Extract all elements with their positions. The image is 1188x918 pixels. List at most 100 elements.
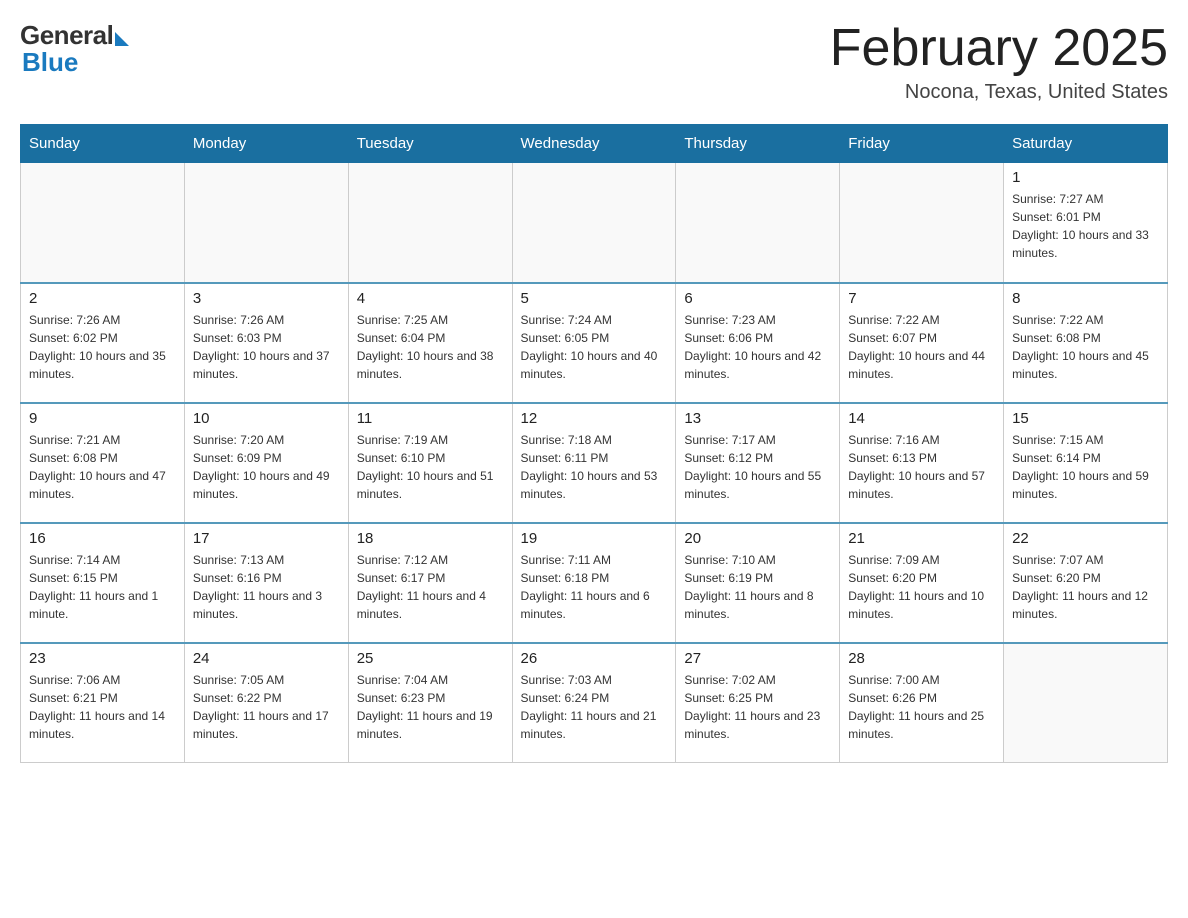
day-number: 25 (357, 650, 504, 667)
day-info: Sunrise: 7:10 AM Sunset: 6:19 PM Dayligh… (684, 551, 831, 623)
day-number: 2 (29, 290, 176, 307)
calendar-cell (1004, 643, 1168, 763)
calendar-header-row: SundayMondayTuesdayWednesdayThursdayFrid… (21, 125, 1168, 163)
location-subtitle: Nocona, Texas, United States (830, 81, 1168, 104)
calendar-cell: 9 Sunrise: 7:21 AM Sunset: 6:08 PM Daylig… (21, 403, 185, 523)
day-number: 3 (193, 290, 340, 307)
calendar-cell: 17 Sunrise: 7:13 AM Sunset: 6:16 PM Dayli… (184, 523, 348, 643)
calendar-cell (184, 163, 348, 283)
calendar-cell: 22 Sunrise: 7:07 AM Sunset: 6:20 PM Dayli… (1004, 523, 1168, 643)
day-info: Sunrise: 7:21 AM Sunset: 6:08 PM Dayligh… (29, 431, 176, 503)
day-number: 11 (357, 410, 504, 427)
day-info: Sunrise: 7:11 AM Sunset: 6:18 PM Dayligh… (521, 551, 668, 623)
day-info: Sunrise: 7:15 AM Sunset: 6:14 PM Dayligh… (1012, 431, 1159, 503)
day-info: Sunrise: 7:05 AM Sunset: 6:22 PM Dayligh… (193, 671, 340, 743)
calendar-cell (840, 163, 1004, 283)
day-info: Sunrise: 7:00 AM Sunset: 6:26 PM Dayligh… (848, 671, 995, 743)
day-info: Sunrise: 7:24 AM Sunset: 6:05 PM Dayligh… (521, 311, 668, 383)
calendar-cell: 25 Sunrise: 7:04 AM Sunset: 6:23 PM Dayli… (348, 643, 512, 763)
calendar-cell (676, 163, 840, 283)
calendar-week-row: 9 Sunrise: 7:21 AM Sunset: 6:08 PM Daylig… (21, 403, 1168, 523)
day-info: Sunrise: 7:26 AM Sunset: 6:03 PM Dayligh… (193, 311, 340, 383)
logo: General Blue (20, 20, 129, 78)
calendar-cell: 26 Sunrise: 7:03 AM Sunset: 6:24 PM Dayli… (512, 643, 676, 763)
day-header-friday: Friday (840, 125, 1004, 163)
day-info: Sunrise: 7:23 AM Sunset: 6:06 PM Dayligh… (684, 311, 831, 383)
calendar-cell (512, 163, 676, 283)
calendar-week-row: 23 Sunrise: 7:06 AM Sunset: 6:21 PM Dayli… (21, 643, 1168, 763)
day-info: Sunrise: 7:02 AM Sunset: 6:25 PM Dayligh… (684, 671, 831, 743)
logo-blue-text: Blue (22, 47, 78, 78)
day-number: 12 (521, 410, 668, 427)
calendar-cell: 23 Sunrise: 7:06 AM Sunset: 6:21 PM Dayli… (21, 643, 185, 763)
day-header-sunday: Sunday (21, 125, 185, 163)
day-number: 28 (848, 650, 995, 667)
calendar-cell: 5 Sunrise: 7:24 AM Sunset: 6:05 PM Daylig… (512, 283, 676, 403)
day-number: 22 (1012, 530, 1159, 547)
day-info: Sunrise: 7:13 AM Sunset: 6:16 PM Dayligh… (193, 551, 340, 623)
calendar-cell (348, 163, 512, 283)
calendar-cell: 1Sunrise: 7:27 AM Sunset: 6:01 PM Daylig… (1004, 163, 1168, 283)
day-info: Sunrise: 7:04 AM Sunset: 6:23 PM Dayligh… (357, 671, 504, 743)
day-number: 16 (29, 530, 176, 547)
day-number: 18 (357, 530, 504, 547)
calendar-cell: 4Sunrise: 7:25 AM Sunset: 6:04 PM Daylig… (348, 283, 512, 403)
day-info: Sunrise: 7:17 AM Sunset: 6:12 PM Dayligh… (684, 431, 831, 503)
day-number: 26 (521, 650, 668, 667)
day-info: Sunrise: 7:22 AM Sunset: 6:08 PM Dayligh… (1012, 311, 1159, 383)
calendar-week-row: 1Sunrise: 7:27 AM Sunset: 6:01 PM Daylig… (21, 163, 1168, 283)
calendar-week-row: 16 Sunrise: 7:14 AM Sunset: 6:15 PM Dayli… (21, 523, 1168, 643)
calendar-cell: 24 Sunrise: 7:05 AM Sunset: 6:22 PM Dayli… (184, 643, 348, 763)
day-number: 10 (193, 410, 340, 427)
day-header-wednesday: Wednesday (512, 125, 676, 163)
calendar-cell: 14Sunrise: 7:16 AM Sunset: 6:13 PM Dayli… (840, 403, 1004, 523)
day-number: 15 (1012, 410, 1159, 427)
calendar-cell: 6 Sunrise: 7:23 AM Sunset: 6:06 PM Daylig… (676, 283, 840, 403)
day-number: 5 (521, 290, 668, 307)
calendar-cell: 20 Sunrise: 7:10 AM Sunset: 6:19 PM Dayli… (676, 523, 840, 643)
calendar-cell: 13Sunrise: 7:17 AM Sunset: 6:12 PM Dayli… (676, 403, 840, 523)
day-info: Sunrise: 7:19 AM Sunset: 6:10 PM Dayligh… (357, 431, 504, 503)
calendar-cell: 27 Sunrise: 7:02 AM Sunset: 6:25 PM Dayli… (676, 643, 840, 763)
day-number: 24 (193, 650, 340, 667)
calendar-cell: 3 Sunrise: 7:26 AM Sunset: 6:03 PM Daylig… (184, 283, 348, 403)
day-info: Sunrise: 7:18 AM Sunset: 6:11 PM Dayligh… (521, 431, 668, 503)
day-info: Sunrise: 7:12 AM Sunset: 6:17 PM Dayligh… (357, 551, 504, 623)
calendar-cell: 16 Sunrise: 7:14 AM Sunset: 6:15 PM Dayli… (21, 523, 185, 643)
calendar-cell: 12 Sunrise: 7:18 AM Sunset: 6:11 PM Dayli… (512, 403, 676, 523)
day-info: Sunrise: 7:06 AM Sunset: 6:21 PM Dayligh… (29, 671, 176, 743)
logo-arrow-icon (115, 32, 129, 46)
day-info: Sunrise: 7:22 AM Sunset: 6:07 PM Dayligh… (848, 311, 995, 383)
day-info: Sunrise: 7:25 AM Sunset: 6:04 PM Dayligh… (357, 311, 504, 383)
day-header-tuesday: Tuesday (348, 125, 512, 163)
calendar-cell: 21 Sunrise: 7:09 AM Sunset: 6:20 PM Dayli… (840, 523, 1004, 643)
calendar-cell: 18 Sunrise: 7:12 AM Sunset: 6:17 PM Dayli… (348, 523, 512, 643)
day-number: 20 (684, 530, 831, 547)
day-number: 23 (29, 650, 176, 667)
month-year-title: February 2025 (830, 20, 1168, 77)
day-number: 21 (848, 530, 995, 547)
day-number: 27 (684, 650, 831, 667)
day-info: Sunrise: 7:07 AM Sunset: 6:20 PM Dayligh… (1012, 551, 1159, 623)
calendar-cell (21, 163, 185, 283)
day-info: Sunrise: 7:14 AM Sunset: 6:15 PM Dayligh… (29, 551, 176, 623)
day-number: 17 (193, 530, 340, 547)
calendar-cell: 28 Sunrise: 7:00 AM Sunset: 6:26 PM Dayli… (840, 643, 1004, 763)
day-number: 6 (684, 290, 831, 307)
calendar-cell: 19 Sunrise: 7:11 AM Sunset: 6:18 PM Dayli… (512, 523, 676, 643)
calendar-cell: 7 Sunrise: 7:22 AM Sunset: 6:07 PM Daylig… (840, 283, 1004, 403)
calendar-cell: 11 Sunrise: 7:19 AM Sunset: 6:10 PM Dayli… (348, 403, 512, 523)
calendar-cell: 8 Sunrise: 7:22 AM Sunset: 6:08 PM Daylig… (1004, 283, 1168, 403)
calendar-table: SundayMondayTuesdayWednesdayThursdayFrid… (20, 124, 1168, 763)
day-number: 7 (848, 290, 995, 307)
day-number: 8 (1012, 290, 1159, 307)
day-header-monday: Monday (184, 125, 348, 163)
day-info: Sunrise: 7:03 AM Sunset: 6:24 PM Dayligh… (521, 671, 668, 743)
day-info: Sunrise: 7:09 AM Sunset: 6:20 PM Dayligh… (848, 551, 995, 623)
calendar-cell: 15 Sunrise: 7:15 AM Sunset: 6:14 PM Dayli… (1004, 403, 1168, 523)
day-number: 19 (521, 530, 668, 547)
day-number: 9 (29, 410, 176, 427)
day-header-saturday: Saturday (1004, 125, 1168, 163)
day-number: 14 (848, 410, 995, 427)
calendar-cell: 2Sunrise: 7:26 AM Sunset: 6:02 PM Daylig… (21, 283, 185, 403)
